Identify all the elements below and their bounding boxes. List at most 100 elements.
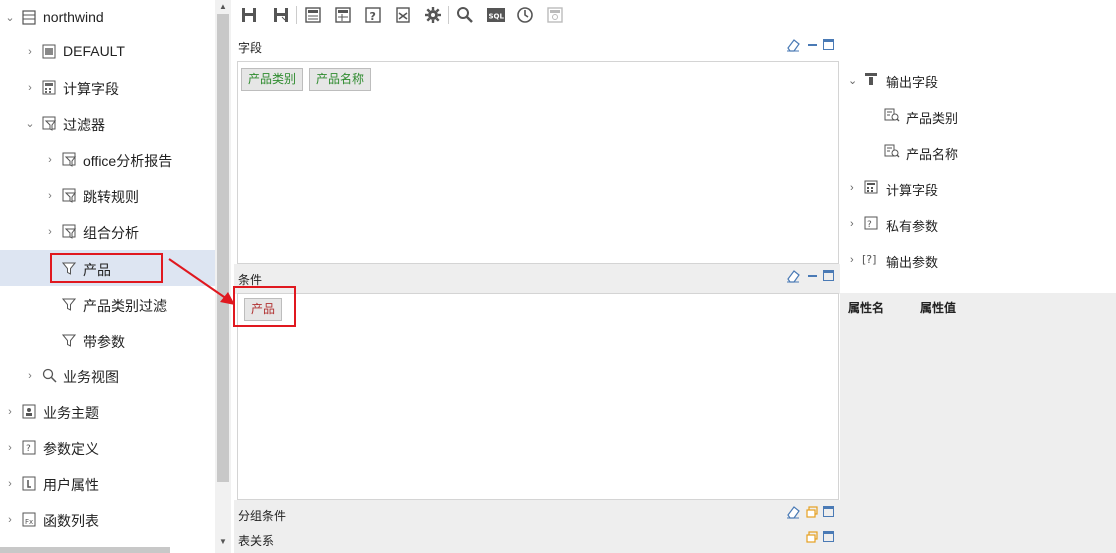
- output-param-icon: [?]: [862, 252, 880, 266]
- output-fields-node[interactable]: ⌄ 输出字段: [844, 62, 1116, 98]
- calculator-icon: [42, 80, 56, 95]
- scroll-thumb[interactable]: [217, 14, 229, 482]
- output-tree-panel: ⌄ 输出字段 产品类别 产品名称 › 计算字段 › ? 私有参数 › [?] 输…: [844, 62, 1116, 293]
- tree-item-filters[interactable]: ⌄ 过滤器: [0, 106, 215, 142]
- export-icon[interactable]: [394, 6, 412, 24]
- tree-item-function-list[interactable]: › Fx 函数列表: [0, 502, 215, 538]
- query-editor-window: ⌄ northwind › DEFAULT › 计算字段 ⌄ 过滤器 › off…: [0, 0, 1116, 553]
- eraser-icon[interactable]: [786, 505, 800, 522]
- chevron-right-icon[interactable]: ›: [24, 370, 36, 382]
- svg-text:?: ?: [867, 220, 872, 230]
- bottom-strip: [234, 500, 840, 553]
- table-relations-title: 表关系: [238, 534, 275, 548]
- tree-item-northwind[interactable]: ⌄ northwind: [0, 0, 215, 36]
- svg-text:[?]: [?]: [862, 253, 876, 266]
- restore-icon[interactable]: [806, 531, 818, 546]
- table-icon: [42, 44, 56, 59]
- restore-icon[interactable]: [806, 506, 818, 521]
- minimize-icon[interactable]: [808, 275, 817, 277]
- tree-item-user-attributes[interactable]: › 用户属性: [0, 466, 215, 502]
- layout-grid-icon[interactable]: [334, 6, 352, 24]
- output-params-label: 输出参数: [886, 255, 939, 270]
- sql-label: SQL: [489, 13, 505, 21]
- editor-toolbar: ? SQL: [234, 0, 1116, 30]
- chevron-right-icon[interactable]: ›: [44, 154, 56, 166]
- private-params-label: 私有参数: [886, 219, 939, 234]
- calculated-fields-node[interactable]: › 计算字段: [844, 170, 1116, 206]
- tree-item-default[interactable]: › DEFAULT: [0, 34, 215, 70]
- tree-item-parameter-definitions[interactable]: › ? 参数定义: [0, 430, 215, 466]
- tree-item-label: 过滤器: [63, 117, 105, 133]
- chevron-right-icon[interactable]: ›: [44, 226, 56, 238]
- chevron-down-icon[interactable]: ⌄: [4, 12, 16, 24]
- clock-icon[interactable]: [516, 6, 534, 24]
- maximize-icon[interactable]: [823, 506, 834, 517]
- output-field-product-category[interactable]: 产品类别: [844, 98, 1116, 134]
- pane-divider: [234, 264, 840, 294]
- tree-item-office-report[interactable]: › office分析报告: [0, 142, 215, 178]
- scroll-up-arrow-icon[interactable]: ▲: [215, 0, 231, 14]
- chevron-right-icon[interactable]: ›: [4, 478, 16, 490]
- calculator-icon: [864, 180, 878, 194]
- disabled-icon[interactable]: [546, 6, 564, 24]
- settings-icon[interactable]: [424, 6, 442, 24]
- calculated-fields-label: 计算字段: [886, 183, 939, 198]
- layout-icon[interactable]: [304, 6, 322, 24]
- chevron-right-icon[interactable]: ›: [4, 442, 16, 454]
- save-as-icon[interactable]: [272, 6, 290, 24]
- help-icon[interactable]: ?: [364, 6, 382, 24]
- scroll-down-arrow-icon[interactable]: ▼: [215, 535, 231, 549]
- chevron-right-icon[interactable]: ›: [850, 254, 854, 266]
- conditions-pane[interactable]: 产品: [237, 293, 839, 500]
- parameter-icon: ?: [22, 440, 36, 455]
- group-conditions-title: 分组条件: [238, 509, 287, 523]
- search-icon[interactable]: [456, 6, 474, 24]
- maximize-icon[interactable]: [823, 531, 834, 542]
- chevron-down-icon[interactable]: ⌄: [24, 118, 36, 130]
- fields-pane[interactable]: 产品类别 产品名称: [237, 61, 839, 264]
- group-conditions-tools: [786, 505, 838, 519]
- property-name-header: 属性名: [848, 301, 885, 315]
- chevron-right-icon[interactable]: ›: [44, 190, 56, 202]
- field-chip-product-name[interactable]: 产品名称: [309, 68, 372, 91]
- save-icon[interactable]: [240, 6, 258, 24]
- maximize-icon[interactable]: [823, 270, 834, 281]
- database-icon: [22, 10, 36, 25]
- toolbar-separator: [296, 6, 297, 24]
- field-chip-product-category[interactable]: 产品类别: [241, 68, 304, 91]
- output-fields-icon: [864, 72, 878, 86]
- chevron-right-icon[interactable]: ›: [4, 514, 16, 526]
- private-params-node[interactable]: › ? 私有参数: [844, 206, 1116, 242]
- horizontal-scrollbar[interactable]: [0, 547, 170, 553]
- tree-item-with-params[interactable]: 带参数: [0, 322, 215, 358]
- filter-icon: [61, 297, 77, 312]
- tree-item-jump-rules[interactable]: › 跳转规则: [0, 178, 215, 214]
- svg-text:Fx: Fx: [25, 518, 33, 526]
- output-params-node[interactable]: › [?] 输出参数: [844, 242, 1116, 278]
- chevron-right-icon[interactable]: ›: [24, 82, 36, 94]
- theme-icon: [22, 404, 36, 419]
- table-relations-tools: [806, 531, 838, 545]
- minimize-icon[interactable]: [808, 44, 817, 46]
- tree-item-business-view[interactable]: › 业务视图: [0, 358, 215, 394]
- eraser-icon[interactable]: [786, 38, 800, 55]
- tree-item-label: 用户属性: [43, 477, 99, 493]
- tree-item-label: 函数列表: [43, 513, 99, 529]
- tree-item-business-theme[interactable]: › 业务主题: [0, 394, 215, 430]
- tree-item-label: 跳转规则: [83, 189, 139, 205]
- tree-item-calculated-fields[interactable]: › 计算字段: [0, 70, 215, 106]
- chevron-right-icon[interactable]: ›: [4, 406, 16, 418]
- tree-item-label: office分析报告: [83, 153, 173, 169]
- toolbar-separator: [448, 6, 449, 24]
- eraser-icon[interactable]: [786, 269, 800, 286]
- chevron-right-icon[interactable]: ›: [24, 46, 36, 58]
- output-field-product-name[interactable]: 产品名称: [844, 134, 1116, 170]
- tree-item-label: 组合分析: [83, 225, 139, 241]
- chevron-right-icon[interactable]: ›: [850, 218, 854, 230]
- sql-icon[interactable]: SQL: [486, 6, 506, 24]
- filter-folder-icon: [62, 152, 76, 167]
- maximize-icon[interactable]: [823, 39, 834, 50]
- chevron-right-icon[interactable]: ›: [850, 182, 854, 194]
- chevron-down-icon[interactable]: ⌄: [848, 74, 857, 87]
- tree-item-combined-analysis[interactable]: › 组合分析: [0, 214, 215, 250]
